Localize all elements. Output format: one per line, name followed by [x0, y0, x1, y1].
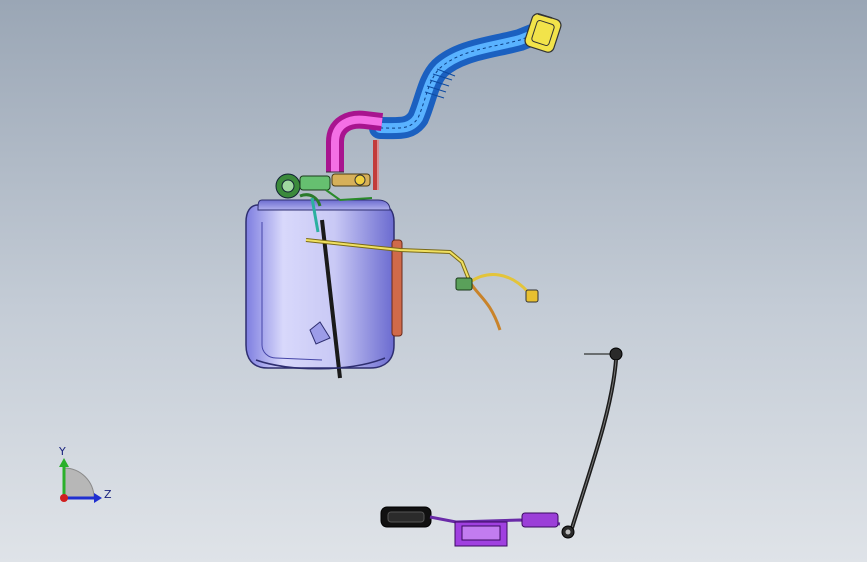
triad-x-axis — [60, 494, 68, 502]
tank-side-shield — [391, 239, 403, 337]
harness-clip[interactable] — [455, 277, 473, 291]
tank-top-face — [257, 199, 391, 211]
vent-line[interactable] — [373, 140, 379, 190]
tank-body[interactable] — [245, 204, 395, 369]
release-rod[interactable] — [570, 347, 623, 529]
rod-knob[interactable] — [609, 347, 623, 361]
filler-pipe-body[interactable] — [369, 21, 551, 140]
bracket-assembly[interactable] — [380, 506, 575, 547]
cad-viewport[interactable]: Y Z — [0, 0, 867, 562]
triad-plane — [63, 467, 95, 499]
triad-y-label: Y — [58, 445, 66, 458]
triad-z-label: Z — [104, 488, 112, 501]
fuel-tank[interactable] — [245, 199, 403, 379]
filler-pipe[interactable] — [369, 12, 563, 140]
triad-z-arrow — [94, 493, 102, 503]
triad-y-arrow — [59, 458, 69, 467]
harness-connector[interactable] — [525, 289, 539, 303]
coordinate-triad: Y Z — [58, 445, 112, 503]
